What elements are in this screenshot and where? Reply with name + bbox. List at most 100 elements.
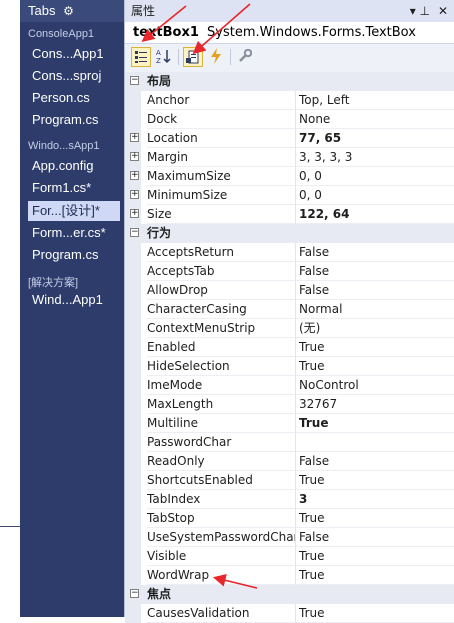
svg-text:A: A: [156, 49, 161, 57]
property-pages-button[interactable]: [235, 47, 255, 67]
expand-icon[interactable]: +: [130, 152, 139, 161]
row-gutter: [125, 91, 141, 110]
tab-group-label: [解决方案]: [28, 277, 79, 289]
expand-icon[interactable]: +: [130, 133, 139, 142]
expand-icon[interactable]: +: [130, 190, 139, 199]
property-row[interactable]: Enabled True: [125, 338, 454, 357]
property-row[interactable]: CausesValidation True: [125, 604, 454, 623]
property-value[interactable]: 77, 65: [295, 129, 454, 148]
property-row[interactable]: + MinimumSize 0, 0: [125, 186, 454, 205]
property-row[interactable]: ShortcutsEnabled True: [125, 471, 454, 490]
object-selector[interactable]: textBox1 System.Windows.Forms.TextBox: [125, 22, 454, 44]
property-row[interactable]: + Size 122, 64: [125, 205, 454, 224]
property-value[interactable]: [295, 433, 454, 452]
property-value[interactable]: 0, 0: [295, 167, 454, 186]
row-gutter: [125, 262, 141, 281]
collapse-icon[interactable]: −: [130, 76, 139, 85]
collapse-icon[interactable]: −: [130, 589, 139, 598]
property-name: HideSelection: [147, 357, 295, 376]
property-value[interactable]: False: [295, 262, 454, 281]
property-row[interactable]: AcceptsTab False: [125, 262, 454, 281]
property-row[interactable]: AllowDrop False: [125, 281, 454, 300]
tab-item-active[interactable]: For...[设计]*: [28, 201, 120, 221]
property-value[interactable]: Normal: [295, 300, 454, 319]
row-gutter: [125, 490, 141, 509]
property-value[interactable]: 3: [295, 490, 454, 509]
property-name: CausesValidation: [147, 604, 295, 623]
category-header[interactable]: − 焦点: [125, 585, 454, 604]
alphabetical-button[interactable]: A Z: [154, 47, 174, 67]
tab-item[interactable]: Wind...App1: [28, 290, 120, 310]
property-value[interactable]: True: [295, 357, 454, 376]
property-value[interactable]: (无): [295, 319, 454, 338]
expand-icon[interactable]: +: [130, 209, 139, 218]
property-value[interactable]: False: [295, 528, 454, 547]
property-row[interactable]: ImeMode NoControl: [125, 376, 454, 395]
property-value[interactable]: NoControl: [295, 376, 454, 395]
property-row[interactable]: CharacterCasing Normal: [125, 300, 454, 319]
row-gutter: [125, 414, 141, 433]
property-row[interactable]: ReadOnly False: [125, 452, 454, 471]
property-value[interactable]: False: [295, 452, 454, 471]
property-value[interactable]: True: [295, 547, 454, 566]
property-name: MaxLength: [147, 395, 295, 414]
property-value[interactable]: True: [295, 471, 454, 490]
tab-item[interactable]: Program.cs: [28, 110, 120, 130]
lightning-icon: [211, 48, 221, 64]
properties-button[interactable]: [183, 47, 203, 67]
properties-panel: 属性 ▾ ⊥ ✕ textBox1 System.Windows.Forms.T…: [124, 0, 454, 623]
close-icon[interactable]: ✕: [438, 0, 448, 22]
category-header[interactable]: − 行为: [125, 224, 454, 243]
tab-item[interactable]: Program.cs: [28, 245, 120, 265]
property-row[interactable]: + Location 77, 65: [125, 129, 454, 148]
property-row[interactable]: MaxLength 32767: [125, 395, 454, 414]
property-row[interactable]: WordWrap True: [125, 566, 454, 585]
property-row[interactable]: Multiline True: [125, 414, 454, 433]
property-name: TabStop: [147, 509, 295, 528]
alphabetical-icon: A Z: [156, 49, 171, 65]
tab-item[interactable]: Form1.cs*: [28, 178, 120, 198]
property-value[interactable]: 3, 3, 3, 3: [295, 148, 454, 167]
property-row[interactable]: TabStop True: [125, 509, 454, 528]
property-row[interactable]: + MaximumSize 0, 0: [125, 167, 454, 186]
property-value[interactable]: True: [295, 509, 454, 528]
property-name: MaximumSize: [147, 167, 295, 186]
property-row[interactable]: HideSelection True: [125, 357, 454, 376]
tab-item[interactable]: App.config: [28, 156, 120, 176]
tab-item[interactable]: Form...er.cs*: [28, 223, 120, 243]
property-row[interactable]: AcceptsReturn False: [125, 243, 454, 262]
property-row[interactable]: Dock None: [125, 110, 454, 129]
tab-item[interactable]: Person.cs: [28, 88, 120, 108]
svg-text:Z: Z: [156, 57, 161, 64]
property-value[interactable]: 32767: [295, 395, 454, 414]
property-row[interactable]: TabIndex 3: [125, 490, 454, 509]
categorized-button[interactable]: [131, 47, 151, 67]
row-gutter: [125, 433, 141, 452]
property-row[interactable]: UseSystemPasswordChar False: [125, 528, 454, 547]
property-value[interactable]: False: [295, 243, 454, 262]
property-value[interactable]: 0, 0: [295, 186, 454, 205]
collapse-icon[interactable]: −: [130, 228, 139, 237]
category-header[interactable]: − 布局: [125, 72, 454, 91]
tab-item[interactable]: Cons...App1: [28, 44, 120, 64]
pin-icon[interactable]: ▾ ⊥: [410, 0, 430, 22]
property-value[interactable]: True: [295, 566, 454, 585]
property-value[interactable]: None: [295, 110, 454, 129]
property-value[interactable]: True: [295, 414, 454, 433]
property-value[interactable]: 122, 64: [295, 205, 454, 224]
property-row[interactable]: Anchor Top, Left: [125, 91, 454, 110]
property-row[interactable]: PasswordChar: [125, 433, 454, 452]
row-gutter: [125, 243, 141, 262]
gear-icon[interactable]: ⚙: [63, 4, 74, 18]
property-value[interactable]: Top, Left: [295, 91, 454, 110]
property-value[interactable]: True: [295, 338, 454, 357]
property-row[interactable]: + Margin 3, 3, 3, 3: [125, 148, 454, 167]
tab-item[interactable]: Cons...sproj: [28, 66, 120, 86]
property-row[interactable]: Visible True: [125, 547, 454, 566]
expand-icon[interactable]: +: [130, 171, 139, 180]
events-button[interactable]: [206, 47, 226, 67]
property-row[interactable]: ContextMenuStrip (无): [125, 319, 454, 338]
property-value[interactable]: True: [295, 604, 454, 623]
properties-header: 属性 ▾ ⊥ ✕: [125, 0, 454, 22]
property-value[interactable]: False: [295, 281, 454, 300]
